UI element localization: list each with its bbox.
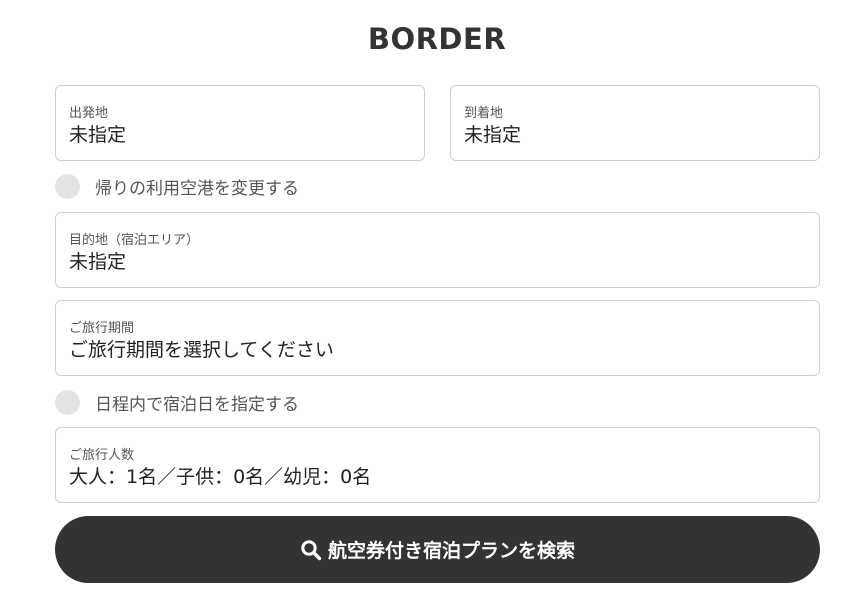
travel-period-field[interactable]: ご旅行期間 ご旅行期間を選択してください [55, 300, 820, 376]
arrival-field[interactable]: 到着地 未指定 [450, 85, 820, 161]
return-airport-label: 帰りの利用空港を変更する [95, 178, 299, 199]
origin-value: 未指定 [69, 124, 127, 146]
search-form: BORDER 出発地 未指定 到着地 未指定 帰りの利用空港を変更する 目的地（… [0, 0, 846, 604]
search-button[interactable]: 航空券付き宿泊プランを検索 [55, 516, 820, 583]
stay-destination-value: 未指定 [69, 251, 127, 273]
search-icon [300, 539, 322, 561]
return-airport-toggle[interactable]: 帰りの利用空港を変更する [55, 173, 299, 199]
arrival-value: 未指定 [464, 124, 522, 146]
stay-destination-field[interactable]: 目的地（宿泊エリア） 未指定 [55, 212, 820, 288]
stay-dates-toggle[interactable]: 日程内で宿泊日を指定する [55, 389, 299, 415]
travel-period-label: ご旅行期間 [69, 321, 135, 336]
search-button-label: 航空券付き宿泊プランを検索 [327, 541, 575, 562]
stay-destination-label: 目的地（宿泊エリア） [69, 233, 200, 248]
stay-dates-checkbox[interactable] [55, 389, 80, 415]
origin-field[interactable]: 出発地 未指定 [55, 85, 425, 161]
travelers-field[interactable]: ご旅行人数 大人：1名／子供：0名／幼児：0名 [55, 427, 820, 503]
return-airport-checkbox[interactable] [55, 173, 80, 199]
travelers-value: 大人：1名／子供：0名／幼児：0名 [69, 466, 372, 488]
travelers-label: ご旅行人数 [69, 448, 135, 463]
origin-label: 出発地 [69, 106, 109, 121]
page-title: BORDER [367, 22, 507, 56]
stay-dates-label: 日程内で宿泊日を指定する [95, 394, 299, 415]
travel-period-value: ご旅行期間を選択してください [69, 339, 334, 361]
arrival-label: 到着地 [464, 106, 504, 121]
